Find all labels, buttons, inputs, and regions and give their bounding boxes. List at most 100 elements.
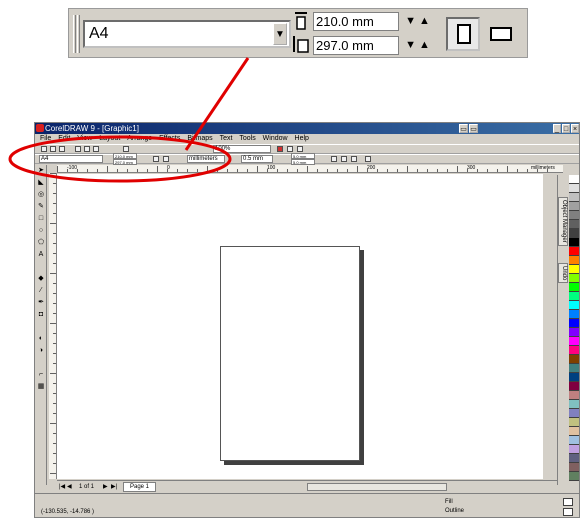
menu-effects[interactable]: Effects bbox=[159, 134, 180, 144]
outline-swatch[interactable] bbox=[563, 508, 573, 516]
menu-tools[interactable]: Tools bbox=[239, 134, 255, 144]
color-swatch[interactable] bbox=[569, 256, 579, 265]
menu-bitmaps[interactable]: Bitmaps bbox=[187, 134, 212, 144]
docker-tab-object-manager[interactable]: Object Manager bbox=[558, 197, 568, 246]
color-swatch[interactable] bbox=[569, 373, 579, 382]
color-swatch[interactable] bbox=[569, 436, 579, 445]
application-launcher-icon[interactable] bbox=[277, 146, 283, 152]
paste-icon[interactable] bbox=[93, 146, 99, 152]
import-icon[interactable] bbox=[123, 146, 129, 152]
portrait-button[interactable] bbox=[153, 156, 159, 162]
last-page-icon[interactable]: ▶| bbox=[111, 483, 117, 491]
toolbar-grip[interactable] bbox=[77, 15, 80, 53]
pick-tool-icon[interactable]: ➤ bbox=[37, 167, 45, 175]
rectangle-tool-icon[interactable]: □ bbox=[37, 215, 45, 223]
color-swatch[interactable] bbox=[569, 346, 579, 355]
zoom-tool-icon[interactable]: ◎ bbox=[37, 191, 45, 199]
color-swatch[interactable] bbox=[569, 193, 579, 202]
color-swatch[interactable] bbox=[569, 265, 579, 274]
minimize-icon[interactable]: _ bbox=[553, 124, 561, 133]
connector-tool-icon[interactable]: ⌐ bbox=[37, 371, 45, 379]
close-icon[interactable]: × bbox=[571, 124, 579, 133]
color-swatch[interactable] bbox=[569, 391, 579, 400]
color-swatch[interactable] bbox=[569, 310, 579, 319]
grid-icon[interactable] bbox=[331, 156, 337, 162]
menu-layout[interactable]: Layout bbox=[99, 134, 120, 144]
color-swatch[interactable] bbox=[569, 337, 579, 346]
toolbar-grip[interactable] bbox=[73, 15, 76, 53]
color-swatch[interactable] bbox=[569, 274, 579, 283]
zoom-level-select[interactable]: 100% bbox=[213, 145, 271, 153]
interactive-fill-tool-icon[interactable]: ◐ bbox=[37, 335, 45, 343]
menu-view[interactable]: View bbox=[77, 134, 92, 144]
height-spinner[interactable]: ▼▲ bbox=[399, 36, 439, 55]
cut-icon[interactable] bbox=[75, 146, 81, 152]
color-swatch[interactable] bbox=[569, 202, 579, 211]
color-swatch[interactable] bbox=[569, 238, 579, 247]
horizontal-ruler[interactable]: -100 0 100 200 300 millimeters bbox=[57, 165, 563, 173]
color-swatch[interactable] bbox=[569, 175, 579, 184]
transparency-tool-icon[interactable]: ◑ bbox=[37, 347, 45, 355]
polygon-tool-icon[interactable]: ⬠ bbox=[37, 239, 45, 247]
corel-online-icon[interactable] bbox=[287, 146, 293, 152]
snap-icon[interactable] bbox=[351, 156, 357, 162]
save-icon[interactable] bbox=[59, 146, 65, 152]
paper-height-field[interactable]: 297.0 mm bbox=[313, 36, 399, 55]
vertical-ruler[interactable] bbox=[49, 173, 57, 479]
guidelines-icon[interactable] bbox=[341, 156, 347, 162]
outline-tool-icon[interactable]: ✒ bbox=[37, 299, 45, 307]
fill-tool-icon[interactable]: ◘ bbox=[37, 311, 45, 319]
horizontal-scrollbar[interactable] bbox=[307, 483, 447, 491]
color-swatch[interactable] bbox=[569, 355, 579, 364]
text-tool-icon[interactable]: A bbox=[37, 251, 45, 259]
paper-type-select[interactable]: A4 bbox=[83, 20, 291, 48]
dropdown-arrow-icon[interactable]: ▼ bbox=[273, 23, 287, 45]
color-swatch[interactable] bbox=[569, 220, 579, 229]
maximize-icon[interactable]: □ bbox=[562, 124, 570, 133]
ellipse-tool-icon[interactable]: ○ bbox=[37, 227, 45, 235]
color-swatch[interactable] bbox=[569, 472, 579, 481]
color-swatch[interactable] bbox=[569, 319, 579, 328]
prev-page-icon[interactable]: ◀ bbox=[67, 483, 72, 491]
eyedropper-tool-icon[interactable]: ⁄ bbox=[37, 287, 45, 295]
portrait-button[interactable] bbox=[446, 17, 480, 51]
menu-text[interactable]: Text bbox=[220, 134, 233, 144]
first-page-icon[interactable]: |◀ bbox=[59, 483, 65, 491]
color-swatch[interactable] bbox=[569, 382, 579, 391]
paper-width-field[interactable]: 210.0 mm bbox=[313, 12, 399, 31]
units-select[interactable]: millimeters bbox=[187, 155, 225, 163]
menu-window[interactable]: Window bbox=[263, 134, 288, 144]
color-swatch[interactable] bbox=[569, 409, 579, 418]
options-icon[interactable] bbox=[365, 156, 371, 162]
restore-icon[interactable]: ▭ bbox=[459, 124, 468, 133]
color-swatch[interactable] bbox=[569, 454, 579, 463]
color-swatch[interactable] bbox=[569, 229, 579, 238]
color-swatch[interactable] bbox=[569, 445, 579, 454]
freehand-tool-icon[interactable]: ✎ bbox=[37, 203, 45, 211]
docker-tab-undo[interactable]: Undo bbox=[558, 263, 568, 284]
menu-file[interactable]: File bbox=[40, 134, 51, 144]
drawing-canvas[interactable] bbox=[57, 174, 543, 479]
interactive-blend-tool-icon[interactable]: ◆ bbox=[37, 275, 45, 283]
menu-edit[interactable]: Edit bbox=[58, 134, 70, 144]
nudge-offset-field[interactable]: 0.5 mm bbox=[241, 155, 273, 163]
page-tab[interactable]: Page 1 bbox=[123, 482, 157, 492]
color-swatch[interactable] bbox=[569, 418, 579, 427]
color-swatch[interactable] bbox=[569, 211, 579, 220]
copy-icon[interactable] bbox=[84, 146, 90, 152]
width-spinner[interactable]: ▼▲ bbox=[399, 12, 439, 31]
landscape-button[interactable] bbox=[163, 156, 169, 162]
color-swatch[interactable] bbox=[569, 463, 579, 472]
a4-page[interactable] bbox=[220, 246, 360, 461]
landscape-button[interactable] bbox=[485, 17, 519, 51]
menu-arrange[interactable]: Arrange bbox=[127, 134, 152, 144]
table-tool-icon[interactable]: ▦ bbox=[37, 383, 45, 391]
color-swatch[interactable] bbox=[569, 283, 579, 292]
color-swatch[interactable] bbox=[569, 364, 579, 373]
color-swatch[interactable] bbox=[569, 184, 579, 193]
fill-swatch[interactable] bbox=[563, 498, 573, 506]
color-swatch[interactable] bbox=[569, 292, 579, 301]
color-swatch[interactable] bbox=[569, 247, 579, 256]
color-swatch[interactable] bbox=[569, 427, 579, 436]
help-icon[interactable] bbox=[297, 146, 303, 152]
